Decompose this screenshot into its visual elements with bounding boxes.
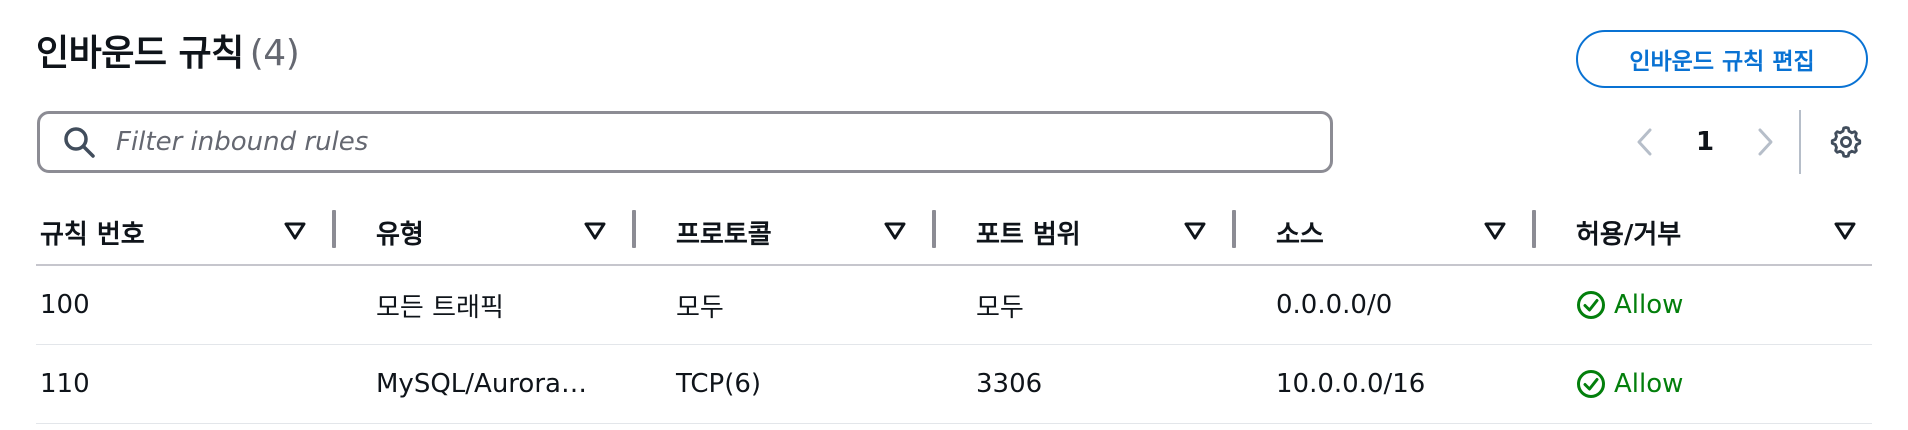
sort-rule-number-button[interactable] (282, 216, 308, 246)
cell-protocol: 모두 (676, 292, 724, 323)
inbound-rules-table: 규칙 번호 유형 프로토콜 포트 범위 소스 허용/거부 100 모든 트래픽 … (36, 200, 1872, 424)
column-resizer[interactable] (1232, 210, 1236, 248)
column-resizer[interactable] (332, 210, 336, 248)
gear-icon (1830, 126, 1862, 158)
search-input[interactable] (114, 126, 1330, 158)
edit-inbound-rules-button[interactable]: 인바운드 규칙 편집 (1576, 30, 1868, 88)
title-text: 인바운드 규칙 (36, 33, 244, 74)
inbound-rules-panel: 인바운드 규칙(4) 인바운드 규칙 편집 1 규칙 번호 (0, 0, 1908, 430)
sort-allow-deny-button[interactable] (1832, 216, 1858, 246)
column-header-rule-number[interactable]: 규칙 번호 (40, 200, 145, 264)
table-header: 규칙 번호 유형 프로토콜 포트 범위 소스 허용/거부 (36, 200, 1872, 266)
sort-source-button[interactable] (1482, 216, 1508, 246)
rule-count: (4) (249, 33, 300, 74)
pagination: 1 (1630, 118, 1780, 166)
column-resizer[interactable] (632, 210, 636, 248)
sort-type-button[interactable] (582, 216, 608, 246)
prev-page-button[interactable] (1630, 122, 1658, 162)
sort-port-range-button[interactable] (1182, 216, 1208, 246)
column-resizer[interactable] (932, 210, 936, 248)
caret-down-icon (584, 222, 606, 240)
search-box[interactable] (37, 111, 1333, 173)
check-circle-icon (1577, 291, 1605, 319)
cell-allow-deny: Allow (1576, 266, 1683, 344)
column-resizer[interactable] (1532, 210, 1536, 248)
status-text: Allow (1614, 290, 1684, 320)
caret-down-icon (1184, 222, 1206, 240)
preferences-button[interactable] (1826, 122, 1866, 162)
column-header-type[interactable]: 유형 (376, 200, 424, 264)
search-icon (64, 127, 95, 158)
sort-protocol-button[interactable] (882, 216, 908, 246)
next-page-button[interactable] (1752, 122, 1780, 162)
table-row[interactable]: 100 모든 트래픽 모두 모두 0.0.0.0/0 Allow (36, 266, 1872, 345)
cell-rule-number: 110 (40, 369, 90, 399)
cell-type: MySQL/Aurora… (376, 369, 587, 399)
caret-down-icon (884, 222, 906, 240)
cell-protocol: TCP(6) (676, 369, 762, 399)
cell-port-range: 모두 (976, 292, 1024, 323)
cell-port-range: 3306 (976, 369, 1043, 399)
cell-allow-deny: Allow (1576, 345, 1683, 423)
caret-down-icon (284, 222, 306, 240)
caret-down-icon (1834, 222, 1856, 240)
table-row[interactable]: 110 MySQL/Aurora… TCP(6) 3306 10.0.0.0/1… (36, 345, 1872, 424)
pagination-divider (1799, 110, 1801, 174)
cell-source: 10.0.0.0/16 (1276, 369, 1426, 399)
cell-rule-number: 100 (40, 290, 90, 320)
column-header-source[interactable]: 소스 (1276, 200, 1324, 264)
cell-type: 모든 트래픽 (376, 292, 504, 323)
column-header-port-range[interactable]: 포트 범위 (976, 200, 1081, 264)
status-text: Allow (1614, 369, 1684, 399)
column-header-allow-deny[interactable]: 허용/거부 (1576, 200, 1681, 264)
chevron-left-icon (1637, 128, 1652, 156)
column-header-protocol[interactable]: 프로토콜 (676, 200, 772, 264)
current-page-number[interactable]: 1 (1696, 127, 1714, 157)
check-circle-icon (1577, 370, 1605, 398)
caret-down-icon (1484, 222, 1506, 240)
chevron-right-icon (1758, 128, 1773, 156)
cell-source: 0.0.0.0/0 (1276, 290, 1393, 320)
page-title: 인바운드 규칙 (4) (36, 24, 300, 74)
